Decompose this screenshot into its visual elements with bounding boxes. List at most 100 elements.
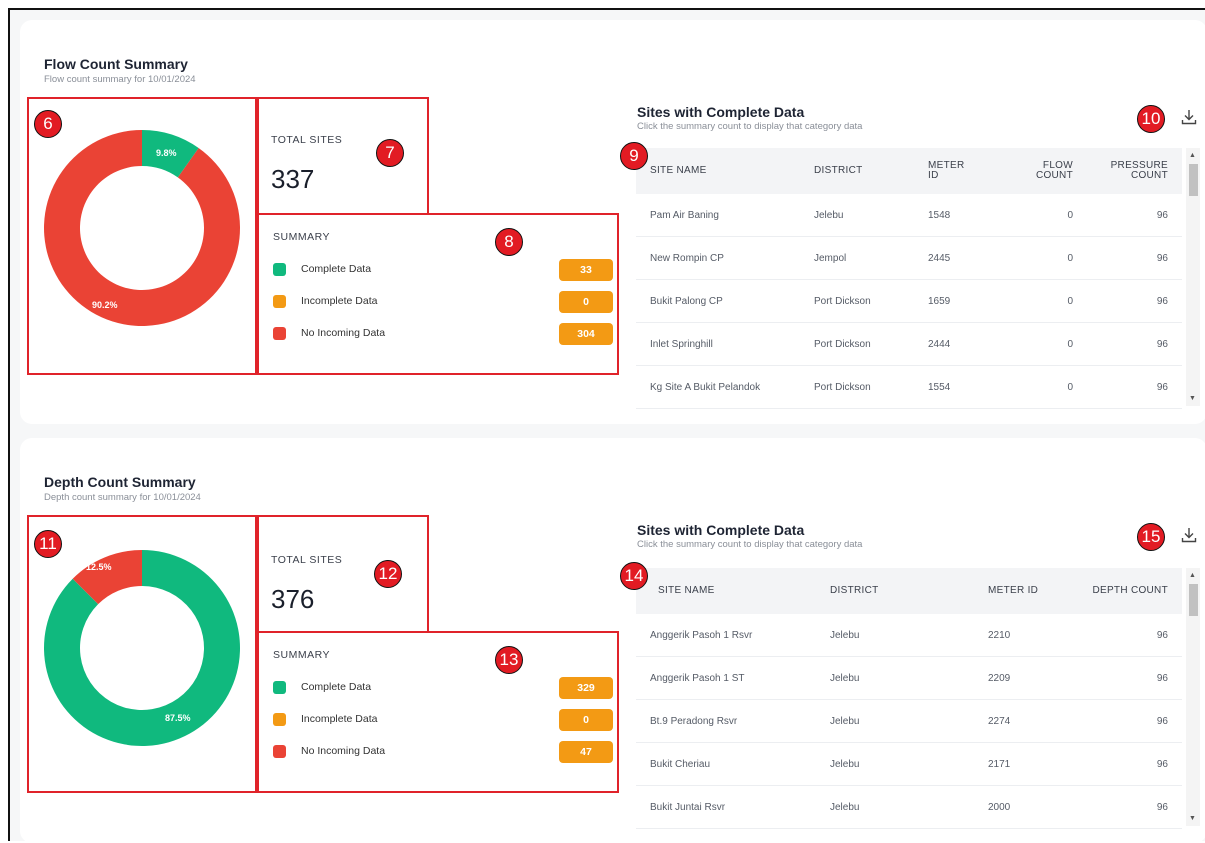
table-cell: 96 [1156, 382, 1168, 393]
flow-count-incomplete-button[interactable]: 0 [559, 291, 613, 313]
depth-count-complete-button[interactable]: 329 [559, 677, 613, 699]
flow-section-title: Flow Count Summary [44, 56, 188, 72]
table-cell: Bukit Juntai Rsvr [650, 802, 726, 813]
table-cell: 2274 [988, 716, 1011, 727]
col-district[interactable]: DISTRICT [814, 166, 863, 176]
table-cell: Port Dickson [814, 296, 871, 307]
table-row[interactable]: Anggerik Pasoh 1 Rsvr Jelebu 2210 96 [636, 614, 1182, 657]
table-row[interactable]: Bukit Juntai Rsvr Jelebu 2000 96 [636, 786, 1182, 829]
legend-swatch-red [273, 745, 286, 758]
scroll-thumb[interactable] [1189, 584, 1198, 616]
flow-donut-label-nodata: 90.2% [92, 300, 118, 310]
scroll-down-icon[interactable]: ▼ [1189, 815, 1196, 822]
table-cell: 0 [1067, 296, 1073, 307]
depth-badge-chart: 11 [34, 530, 62, 558]
flow-section-subtitle: Flow count summary for 10/01/2024 [44, 74, 196, 85]
depth-table-header: SITE NAME DISTRICT METER ID DEPTH COUNT [636, 568, 1182, 614]
table-row[interactable]: Bukit Cheriau Jelebu 2171 96 [636, 743, 1182, 786]
table-cell: Jelebu [814, 210, 844, 221]
table-cell: 2210 [988, 630, 1011, 641]
table-cell: 0 [1067, 253, 1073, 264]
flow-table-title: Sites with Complete Data [637, 104, 805, 120]
flow-badge-summary: 8 [495, 228, 523, 256]
table-cell: Port Dickson [814, 339, 871, 350]
flow-table-header: SITE NAME DISTRICT METER ID FLOW COUNT P… [636, 148, 1182, 194]
flow-table-scrollbar[interactable]: ▲ ▼ [1186, 148, 1200, 406]
table-cell: 96 [1156, 630, 1168, 641]
flow-badge-total: 7 [376, 139, 404, 167]
table-row[interactable]: Pam Air Baning Jelebu 1548 0 96 [636, 194, 1182, 237]
col-meter-id[interactable]: METER ID [928, 161, 968, 181]
flow-badge-table: 9 [620, 142, 648, 170]
table-cell: 0 [1067, 210, 1073, 221]
depth-summary-card: Depth Count Summary Depth count summary … [20, 438, 1205, 843]
flow-summary-card: Flow Count Summary Flow count summary fo… [20, 20, 1205, 424]
scroll-up-icon[interactable]: ▲ [1189, 152, 1196, 159]
depth-table-scrollbar[interactable]: ▲ ▼ [1186, 568, 1200, 826]
depth-donut-label-complete: 87.5% [165, 713, 191, 723]
table-row[interactable]: New Rompin CP Jempol 2445 0 96 [636, 237, 1182, 280]
scroll-down-icon[interactable]: ▼ [1189, 395, 1196, 402]
table-cell: Pam Air Baning [650, 210, 719, 221]
table-cell: Jelebu [830, 673, 860, 684]
table-cell: Inlet Springhill [650, 339, 713, 350]
flow-count-nodata-button[interactable]: 304 [559, 323, 613, 345]
depth-summary-label: SUMMARY [273, 649, 330, 661]
table-cell: Kg Site A Bukit Pelandok [650, 382, 761, 393]
legend-label: Incomplete Data [301, 713, 378, 725]
legend-swatch-green [273, 263, 286, 276]
depth-badge-summary: 13 [495, 646, 523, 674]
depth-badge-table: 14 [620, 562, 648, 590]
col-site-name[interactable]: SITE NAME [650, 166, 707, 176]
depth-count-incomplete-button[interactable]: 0 [559, 709, 613, 731]
depth-donut-slice-complete [44, 550, 240, 746]
col-depth-count[interactable]: DEPTH COUNT [1082, 586, 1168, 596]
scroll-up-icon[interactable]: ▲ [1189, 572, 1196, 579]
flow-badge-download: 10 [1137, 105, 1165, 133]
table-cell: 2444 [928, 339, 951, 350]
flow-table-subtitle: Click the summary count to display that … [637, 121, 863, 132]
flow-total-value: 337 [271, 164, 315, 194]
legend-swatch-orange [273, 295, 286, 308]
flow-count-complete-button[interactable]: 33 [559, 259, 613, 281]
scroll-thumb[interactable] [1189, 164, 1198, 196]
legend-label: Complete Data [301, 263, 372, 275]
table-cell: 96 [1156, 673, 1168, 684]
table-cell: 2171 [988, 759, 1011, 770]
depth-section-subtitle: Depth count summary for 10/01/2024 [44, 492, 201, 503]
download-icon[interactable] [1180, 108, 1198, 126]
table-cell: Port Dickson [814, 382, 871, 393]
table-cell: Jelebu [830, 802, 860, 813]
legend-label: Incomplete Data [301, 295, 378, 307]
depth-donut-chart[interactable] [42, 548, 242, 748]
table-cell: 96 [1156, 716, 1168, 727]
table-row[interactable]: Kg Site A Bukit Pelandok Port Dickson 1554… [636, 366, 1182, 409]
download-icon[interactable] [1180, 526, 1198, 544]
col-pressure-count[interactable]: PRESSURE COUNT [1096, 161, 1168, 181]
table-row[interactable]: Bt.9 Peradong Rsvr Jelebu 2274 96 [636, 700, 1182, 743]
depth-donut-label-nodata: 12.5% [86, 562, 112, 572]
col-district[interactable]: DISTRICT [830, 586, 879, 596]
table-cell: 96 [1156, 759, 1168, 770]
flow-donut-chart[interactable] [42, 128, 242, 328]
table-row[interactable]: Bukit Palong CP Port Dickson 1659 0 96 [636, 280, 1182, 323]
col-meter-id[interactable]: METER ID [988, 586, 1038, 596]
table-cell: 1548 [928, 210, 951, 221]
col-site-name[interactable]: SITE NAME [658, 586, 715, 596]
flow-sites-table: SITE NAME DISTRICT METER ID FLOW COUNT P… [636, 148, 1200, 409]
depth-legend-incomplete: Incomplete Data 0 [273, 709, 613, 731]
col-flow-count[interactable]: FLOW COUNT [1018, 161, 1073, 181]
depth-sites-table: SITE NAME DISTRICT METER ID DEPTH COUNT … [636, 568, 1200, 829]
table-cell: Jempol [814, 253, 847, 264]
legend-swatch-orange [273, 713, 286, 726]
flow-total-label: TOTAL SITES [271, 134, 343, 146]
depth-summary-box: SUMMARY Complete Data 329 Incomplete Dat… [257, 631, 619, 793]
depth-count-nodata-button[interactable]: 47 [559, 741, 613, 763]
table-row[interactable]: Anggerik Pasoh 1 ST Jelebu 2209 96 [636, 657, 1182, 700]
table-cell: 2000 [988, 802, 1011, 813]
table-cell: 96 [1156, 296, 1168, 307]
table-row[interactable]: Inlet Springhill Port Dickson 2444 0 96 [636, 323, 1182, 366]
flow-donut-label-complete: 9.8% [156, 148, 177, 158]
table-cell: 2209 [988, 673, 1011, 684]
depth-legend-nodata: No Incoming Data 47 [273, 741, 613, 763]
